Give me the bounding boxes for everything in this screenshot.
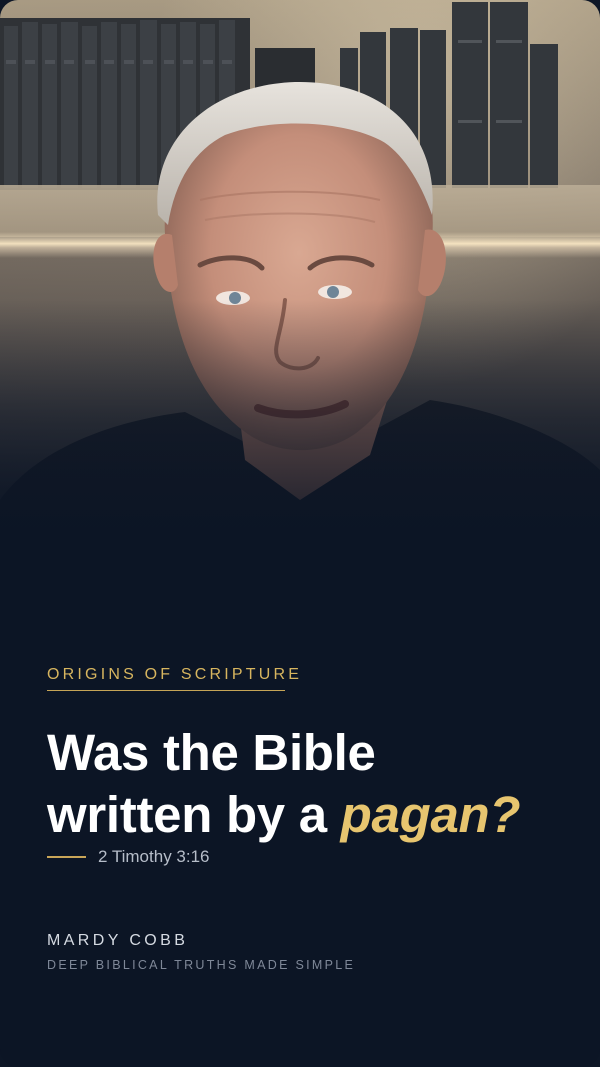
verse-divider	[47, 856, 86, 858]
headline-line-2: written by a	[47, 786, 341, 843]
headline: Was the Bible written by a pagan?	[47, 722, 587, 846]
verse-reference: 2 Timothy 3:16	[47, 846, 210, 868]
hero-image	[0, 0, 600, 560]
story-card: ORIGINS OF SCRIPTURE Was the Bible writt…	[0, 0, 600, 1067]
story-text-block: ORIGINS OF SCRIPTURE Was the Bible writt…	[0, 560, 600, 1067]
verse-text: 2 Timothy 3:16	[98, 847, 210, 866]
headline-line-1: Was the Bible	[47, 724, 376, 781]
category-label: ORIGINS OF SCRIPTURE	[47, 666, 303, 683]
author-name: MARDY COBB	[47, 932, 189, 949]
author-tagline: DEEP BIBLICAL TRUTHS MADE SIMPLE	[47, 958, 356, 972]
hero-gradient-fade	[0, 300, 600, 560]
category-underline	[47, 690, 285, 691]
headline-accent-word: pagan?	[340, 786, 521, 843]
